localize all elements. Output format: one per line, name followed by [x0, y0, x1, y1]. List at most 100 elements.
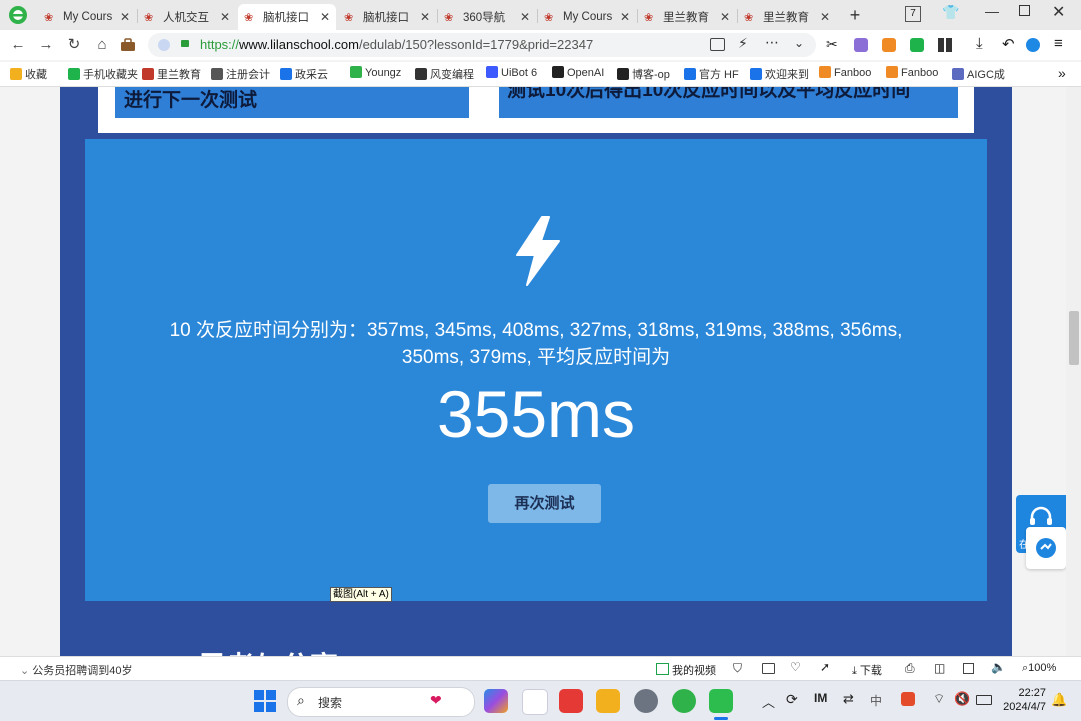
printer-icon[interactable]: ⎙	[905, 661, 915, 676]
clock[interactable]: 22:27 2024/4/7	[1000, 686, 1046, 714]
tab-7[interactable]: ❀ 里兰教育 ✕	[638, 4, 736, 30]
close-tab-icon[interactable]: ✕	[320, 10, 330, 24]
tab-2[interactable]: ❀ 人机交互 ✕	[138, 4, 236, 30]
wifi-icon[interactable]: ⌔	[933, 691, 945, 707]
site-info-icon[interactable]	[158, 39, 170, 51]
menu-icon[interactable]: ≡	[1054, 35, 1063, 52]
retry-button[interactable]: 再次测试	[488, 484, 601, 523]
battery-icon[interactable]	[976, 695, 992, 705]
tab-1[interactable]: ❀ My Cours ✕	[38, 4, 136, 30]
image-icon[interactable]	[710, 38, 725, 51]
settings-icon[interactable]	[634, 689, 658, 713]
taskbar-search[interactable]: ⌕ 搜索 ❤	[287, 687, 475, 717]
shirt-icon[interactable]: 👕	[942, 4, 959, 21]
apps-grid-icon[interactable]	[938, 38, 952, 52]
home-icon[interactable]: ⌂	[92, 35, 112, 55]
bookmark-item[interactable]: UiBot 6	[486, 66, 537, 79]
game-icon[interactable]	[882, 38, 896, 52]
ime-indicator[interactable]: 中	[870, 692, 882, 709]
tray-chevron-icon[interactable]: ︿	[762, 692, 775, 711]
page-scrollbar[interactable]	[1066, 87, 1081, 656]
notification-bell-icon[interactable]: 🔔	[1051, 692, 1067, 708]
tab-4[interactable]: ❀ 脑机接口 ✕	[338, 4, 436, 30]
shield-icon[interactable]: ⛉	[733, 661, 742, 676]
tab-3[interactable]: ❀ 脑机接口 ✕	[238, 4, 336, 30]
volume-muted-icon[interactable]: 🔇	[954, 691, 970, 707]
close-tab-icon[interactable]: ✕	[220, 10, 230, 24]
undo-icon[interactable]: ↶	[1002, 35, 1015, 53]
bookmark-item[interactable]: AIGC成	[952, 66, 1005, 82]
wechat-icon[interactable]	[709, 689, 733, 713]
back-icon[interactable]: ←	[8, 35, 28, 55]
bookmark-item[interactable]: Youngz	[350, 66, 401, 79]
scissors-icon[interactable]: ✂	[826, 36, 838, 53]
close-tab-icon[interactable]: ✕	[620, 10, 630, 24]
more-bookmarks-icon[interactable]: »	[1058, 65, 1066, 81]
close-window-icon[interactable]: ✕	[1052, 2, 1065, 22]
bookmark-label: 注册会计	[226, 69, 270, 81]
rocket-icon[interactable]: ➚	[820, 660, 830, 674]
bookmark-item[interactable]: 风变编程	[415, 66, 474, 82]
forward-icon[interactable]: →	[36, 35, 56, 55]
zoom-control[interactable]: ⌕100%	[1022, 662, 1056, 675]
close-tab-icon[interactable]: ✕	[420, 10, 430, 24]
new-tab-button[interactable]: +	[845, 4, 865, 26]
bookmark-icon	[142, 68, 154, 80]
news-ticker[interactable]: ⌄ 公务员招聘调到40岁	[20, 662, 133, 678]
tray-im-icon[interactable]: IM	[814, 691, 827, 705]
browser-taskbar-icon[interactable]	[672, 689, 696, 713]
window-icon[interactable]	[963, 663, 974, 674]
translate-icon[interactable]	[854, 38, 868, 52]
chat-icon[interactable]	[910, 38, 924, 52]
my-video-button[interactable]: 我的视频	[656, 662, 716, 678]
briefcase-icon[interactable]	[118, 35, 138, 55]
mail-app-icon[interactable]	[522, 689, 548, 715]
reaction-test-panel[interactable]: 10 次反应时间分别为：357ms, 345ms, 408ms, 327ms, …	[85, 139, 987, 601]
chevron-down-icon[interactable]: ⌄	[794, 36, 804, 50]
download-button[interactable]: ⤓ 下载	[852, 662, 882, 678]
bookmark-item[interactable]: OpenAI	[552, 66, 604, 79]
tab-6[interactable]: ❀ My Cours ✕	[538, 4, 636, 30]
close-tab-icon[interactable]: ✕	[720, 10, 730, 24]
tray-app-icon[interactable]	[901, 692, 915, 706]
tab-8[interactable]: ❀ 里兰教育 ✕	[738, 4, 836, 30]
bookmark-item[interactable]: 注册会计	[211, 66, 270, 82]
tab-5[interactable]: ❀ 360导航 ✕	[438, 4, 536, 30]
zoom-label: 100%	[1028, 662, 1057, 674]
bookmark-item[interactable]: 博客-op	[617, 66, 670, 82]
minimize-icon[interactable]: —	[985, 3, 999, 19]
reload-icon[interactable]: ↻	[64, 35, 84, 55]
sound-icon[interactable]: 🔈	[991, 660, 1006, 674]
clean-icon[interactable]: ◫	[934, 661, 945, 675]
close-tab-icon[interactable]: ✕	[520, 10, 530, 24]
huawei-app-icon[interactable]	[559, 689, 583, 713]
more-icon[interactable]: ⋯	[765, 34, 779, 51]
bookmark-item[interactable]: Fanboo	[886, 66, 938, 79]
bookmark-item[interactable]: 官方 HF	[684, 66, 739, 82]
address-bar[interactable]: https://www.lilanschool.com/edulab/150?l…	[148, 33, 816, 57]
lightning-icon[interactable]: ⚡	[738, 35, 748, 52]
bookmark-item[interactable]: 手机收藏夹	[68, 66, 138, 82]
close-tab-icon[interactable]: ✕	[120, 10, 130, 24]
url-text[interactable]: https://www.lilanschool.com/edulab/150?l…	[200, 37, 593, 52]
start-button[interactable]	[254, 690, 276, 712]
edge-sync-icon[interactable]	[1026, 38, 1040, 52]
close-tab-icon[interactable]: ✕	[820, 10, 830, 24]
gallery-icon[interactable]	[762, 663, 775, 674]
file-explorer-icon[interactable]	[596, 689, 620, 713]
tab-counter-icon[interactable]: 7	[905, 6, 921, 22]
copilot-icon[interactable]	[484, 689, 508, 713]
restore-icon[interactable]	[1019, 5, 1030, 16]
scrollbar-thumb[interactable]	[1069, 311, 1079, 365]
tray-sync-icon[interactable]: ⟳	[786, 691, 798, 708]
bookmark-item[interactable]: 收藏	[10, 66, 47, 82]
download-icon[interactable]: ⤓	[976, 35, 983, 52]
tray-sliders-icon[interactable]: ⇄	[843, 691, 854, 707]
bookmark-item[interactable]: 里兰教育	[142, 66, 201, 82]
browser-logo-icon[interactable]	[8, 5, 28, 25]
bookmark-item[interactable]: 政采云	[280, 66, 328, 82]
assistant-widget[interactable]	[1026, 527, 1066, 569]
bookmark-item[interactable]: Fanboo	[819, 66, 871, 79]
health-icon[interactable]: ♡	[790, 660, 801, 674]
bookmark-item[interactable]: 欢迎来到	[750, 66, 809, 82]
